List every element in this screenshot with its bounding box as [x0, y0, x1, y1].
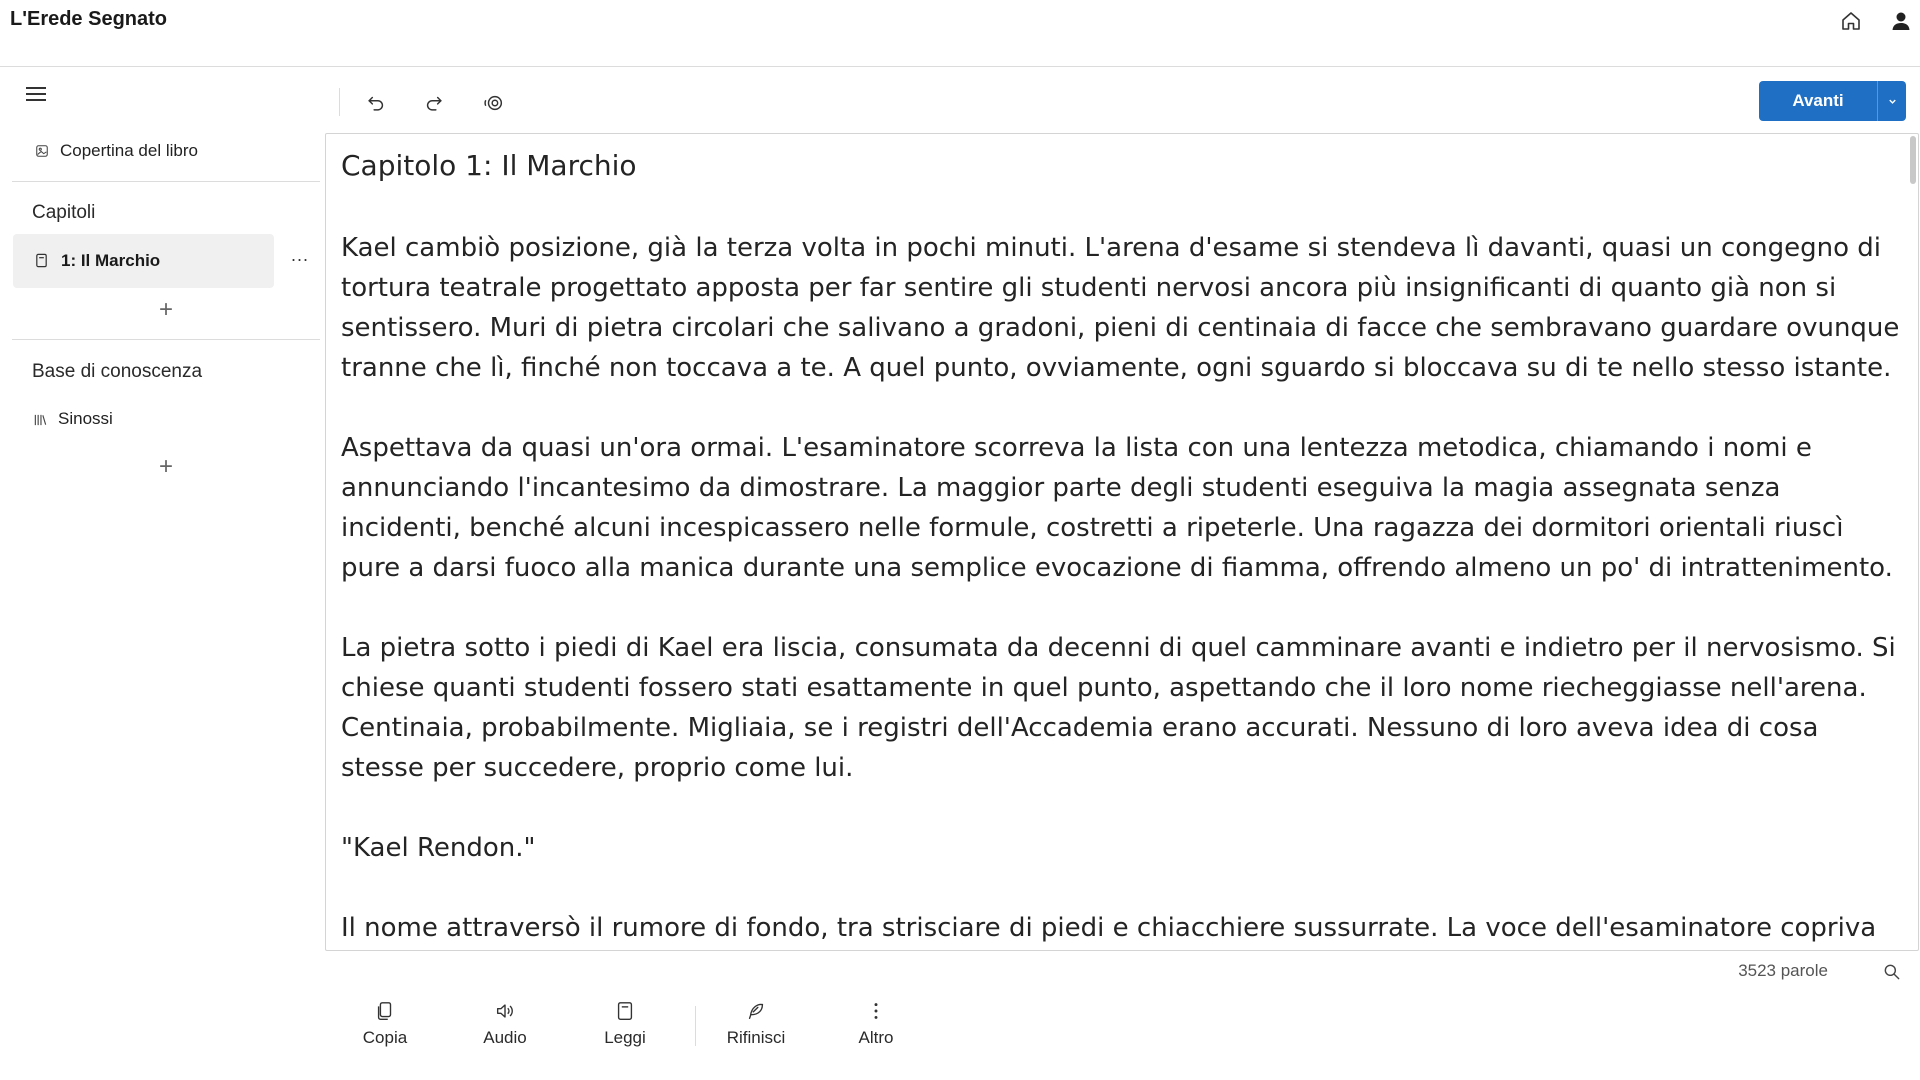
refine-label: Rifinisci	[726, 1028, 786, 1047]
sidebar: Copertina del libro Capitoli 1: Il March…	[0, 68, 323, 1080]
redo-icon[interactable]	[419, 88, 449, 118]
sidebar-item-sinossi[interactable]: Sinossi	[32, 404, 113, 434]
app-title: L'Erede Segnato	[10, 8, 168, 30]
book-icon	[612, 998, 638, 1024]
word-count: 3523 parole	[1738, 961, 1828, 980]
sidebar-item-label: Sinossi	[58, 409, 113, 428]
audio-label: Audio	[483, 1028, 527, 1047]
library-icon	[32, 411, 48, 427]
divider	[12, 181, 320, 182]
top-bar: L'Erede Segnato	[0, 0, 1920, 67]
feather-icon	[743, 998, 769, 1024]
read-label: Leggi	[604, 1028, 646, 1047]
editor-scrollbar[interactable]	[1910, 136, 1916, 184]
chapter-editor[interactable]: Capitolo 1: Il Marchio Kael cambiò posiz…	[325, 133, 1919, 951]
paragraph[interactable]: Aspettava da quasi un'ora ormai. L'esami…	[341, 428, 1901, 588]
audio-button[interactable]: Audio	[445, 998, 565, 1060]
hamburger-icon[interactable]	[24, 82, 50, 108]
search-icon[interactable]	[1882, 962, 1904, 984]
paragraph[interactable]: La pietra sotto i piedi di Kael era lisc…	[341, 628, 1901, 788]
add-knowledge-button[interactable]: +	[153, 454, 179, 480]
sidebar-item-label: 1: Il Marchio	[61, 251, 161, 270]
editor-content[interactable]: Capitolo 1: Il Marchio Kael cambiò posiz…	[341, 148, 1901, 950]
read-button[interactable]: Leggi	[565, 998, 685, 1060]
speaker-icon	[492, 998, 518, 1024]
eye-icon[interactable]	[479, 88, 509, 118]
sidebar-item-cover[interactable]: Copertina del libro	[34, 136, 198, 166]
paragraph[interactable]: Kael cambiò posizione, già la terza volt…	[341, 228, 1901, 388]
add-chapter-button[interactable]: +	[153, 297, 179, 323]
chapters-heading: Capitoli	[32, 202, 96, 223]
copy-label: Copia	[362, 1028, 408, 1047]
chapter-title[interactable]: Capitolo 1: Il Marchio	[341, 148, 1901, 184]
chevron-down-icon[interactable]	[1877, 81, 1906, 121]
editor-toolbar: Avanti	[325, 68, 1920, 132]
user-icon[interactable]	[1888, 8, 1914, 34]
refine-button[interactable]: Rifinisci	[696, 998, 816, 1060]
avanti-button[interactable]: Avanti	[1759, 81, 1877, 121]
sidebar-item-chapter-1[interactable]: 1: Il Marchio	[13, 234, 274, 288]
copy-button[interactable]: Copia	[325, 998, 445, 1060]
image-icon	[34, 143, 50, 159]
home-icon[interactable]	[1838, 8, 1864, 34]
document-icon	[34, 253, 50, 269]
copy-icon	[372, 998, 398, 1024]
avanti-split-button: Avanti	[1759, 81, 1906, 121]
sidebar-item-label: Copertina del libro	[60, 141, 198, 160]
more-button[interactable]: Altro	[816, 998, 936, 1060]
undo-icon[interactable]	[361, 88, 391, 118]
knowledge-base-heading: Base di conoscenza	[32, 361, 203, 382]
toolbar-divider	[339, 88, 340, 116]
chapter-more-button[interactable]: ...	[288, 246, 312, 272]
more-label: Altro	[858, 1028, 894, 1047]
divider	[12, 339, 320, 340]
paragraph[interactable]: Il nome attraversò il rumore di fondo, t…	[341, 908, 1901, 948]
paragraph[interactable]: "Kael Rendon."	[341, 828, 1901, 868]
more-vertical-icon	[863, 998, 889, 1024]
